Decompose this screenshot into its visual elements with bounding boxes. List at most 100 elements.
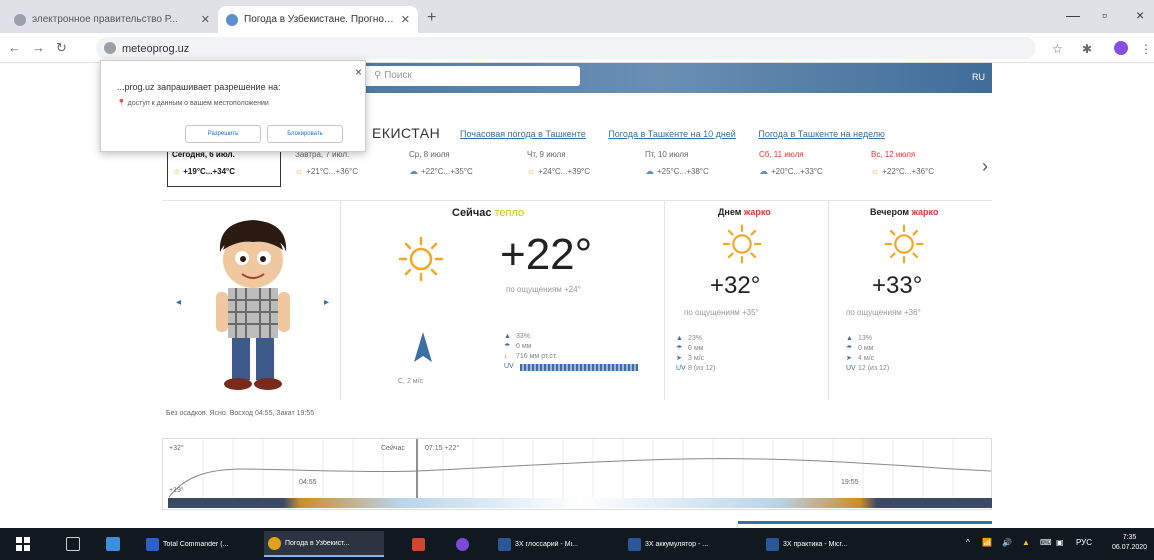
day-tab-tomorrow[interactable]: Завтра, 7 июл. ☼ +21°C...+36°C: [291, 147, 405, 187]
content-preview-bar: [738, 521, 992, 524]
day-tab-fri[interactable]: Пт, 10 июля ☁ +25°C...+38°C: [641, 147, 755, 187]
weather-summary: Без осадков. Ясно. Восход 04:55, Закат 1…: [166, 410, 315, 417]
day-temperature: +32°: [710, 272, 761, 299]
sun-icon: [884, 224, 924, 264]
tab-title: Погода в Узбекистане. Прогноз...: [244, 14, 395, 25]
wind-icon: ➤: [846, 355, 852, 362]
task-view-icon[interactable]: [66, 537, 80, 551]
windows-start-icon[interactable]: [16, 537, 30, 551]
reload-icon[interactable]: ↻: [56, 40, 67, 56]
avatar-prev-arrow-icon[interactable]: ◂: [176, 297, 181, 308]
site-search-input[interactable]: ⚲ Поиск: [362, 66, 580, 86]
taskbar-app-word-glossary[interactable]: 3Х глоссарий - Mi...: [494, 531, 614, 557]
wind-direction-arrow-icon: [414, 332, 432, 362]
weather-character-avatar: [216, 220, 290, 390]
close-window-button[interactable]: ×: [1136, 7, 1144, 23]
sun-icon: ☼: [871, 166, 880, 176]
omnibox[interactable]: [96, 37, 1036, 59]
allow-button[interactable]: Разрешить: [185, 125, 261, 143]
cloud-sun-icon: ☁: [759, 166, 768, 176]
divider: [340, 200, 341, 400]
current-temperature: +22°: [500, 230, 593, 279]
taskbar-app-word-practice[interactable]: 3Х практика - Micr...: [762, 531, 882, 557]
system-clock[interactable]: 7:35 06.07.2020: [1112, 533, 1147, 553]
evening-part-label: Вечером жарко: [870, 207, 939, 217]
maximize-button[interactable]: ▫: [1102, 7, 1107, 23]
humidity-icon: ▲: [846, 335, 853, 342]
uv-index-bar: [520, 363, 638, 371]
humidity-icon: ▲: [676, 335, 683, 342]
divider: [828, 200, 829, 400]
url-text[interactable]: meteoprog.uz: [122, 43, 189, 55]
day-tab-wed[interactable]: Ср, 8 июля ☁ +22°C...+35°C: [405, 147, 519, 187]
divider: [664, 200, 665, 400]
new-tab-button[interactable]: +: [427, 9, 436, 27]
taskbar-app-total-commander[interactable]: Total Commander (...: [142, 531, 262, 557]
day-tab-thu[interactable]: Чт, 9 июля ☼ +24°C...+39°C: [523, 147, 637, 187]
word-icon: [498, 537, 511, 551]
next-days-chevron-icon[interactable]: ›: [982, 156, 988, 177]
day-night-bar: [168, 498, 992, 508]
app-icon: [146, 537, 159, 551]
volume-icon[interactable]: 🔊: [1002, 538, 1012, 547]
avatar-next-arrow-icon[interactable]: ▸: [324, 297, 329, 308]
day-details: ▲ 23% ☂ 0 мм ➤ 3 м/с UV 8 (из 12): [676, 335, 716, 372]
taskbar-app-chrome-weather[interactable]: Погода в Узбекист...: [264, 531, 384, 557]
taskbar-app-browser[interactable]: [452, 531, 478, 557]
search-icon: ⚲: [374, 70, 385, 81]
now-details: ▲ 33% ☂ 0 мм ↓ 716 мм рт.ст. UV: [504, 332, 638, 372]
language-switch[interactable]: RU: [972, 72, 985, 82]
now-wind: С, 2 м/с: [398, 378, 424, 385]
browser-tab-egov[interactable]: электронное правительство Р... ✕: [6, 6, 218, 33]
pdf-icon: [412, 537, 425, 551]
day-tab-today[interactable]: Сегодня, 6 июл. ☼ +19°C...+34°C: [167, 147, 281, 187]
block-button[interactable]: Блокировать: [267, 125, 343, 143]
meteoprog-favicon-icon: [226, 13, 238, 26]
back-arrow-icon[interactable]: ←: [8, 40, 21, 55]
chart-max-label: +32°: [169, 445, 184, 452]
location-permission-popup: ...prog.uz запрашивает разрешение на: × …: [100, 60, 366, 152]
precipitation-icon: ☂: [676, 345, 683, 352]
address-bar: ← → ↻ meteoprog.uz ☆ ✱ ⋮: [0, 33, 1154, 63]
now-label: Сейчас тепло: [452, 207, 525, 219]
day-part-label: Днем жарко: [718, 207, 771, 217]
forward-arrow-icon[interactable]: →: [32, 40, 45, 55]
explorer-icon[interactable]: [106, 537, 120, 551]
network-icon[interactable]: 📶: [982, 538, 992, 547]
browser-icon: [456, 537, 469, 551]
taskbar-app-pdf[interactable]: [408, 531, 434, 557]
input-language[interactable]: РУС: [1076, 538, 1092, 547]
link-week[interactable]: Погода в Ташкенте на неделю: [758, 129, 884, 139]
word-icon: [628, 537, 641, 551]
sun-icon: ☼: [295, 166, 304, 176]
site-info-icon[interactable]: [104, 42, 116, 54]
globe-icon: [14, 13, 26, 26]
day-tab-sat[interactable]: Сб, 11 июля ☁ +20°C...+33°C: [755, 147, 869, 187]
sun-icon: [722, 224, 762, 264]
tab-close-icon[interactable]: ✕: [201, 13, 210, 26]
bookmark-star-icon[interactable]: ☆: [1052, 42, 1063, 56]
popup-close-button[interactable]: ×: [355, 65, 362, 79]
sun-icon: ☼: [527, 166, 536, 176]
windows-taskbar: Total Commander (... Погода в Узбекист..…: [0, 528, 1154, 560]
profile-avatar-icon[interactable]: [1114, 41, 1128, 55]
uv-icon: UV: [504, 363, 514, 370]
chart-now-time: 07:15 +22°: [425, 445, 460, 452]
taskbar-app-word-battery[interactable]: 3Х аккумулятор - ...: [624, 531, 744, 557]
sun-icon: [398, 236, 444, 282]
tray-chevron-icon[interactable]: ^: [966, 538, 970, 547]
popup-title: ...prog.uz запрашивает разрешение на:: [117, 82, 281, 92]
day-feels-like: по ощущениям +35°: [684, 308, 759, 317]
extensions-puzzle-icon[interactable]: ✱: [1082, 42, 1092, 56]
minimize-button[interactable]: —: [1066, 7, 1080, 23]
keyboard-icon[interactable]: ⌨: [1040, 538, 1052, 547]
link-hourly[interactable]: Почасовая погода в Ташкенте: [460, 129, 586, 139]
link-10-days[interactable]: Погода в Ташкенте на 10 дней: [608, 129, 736, 139]
menu-kebab-icon[interactable]: ⋮: [1140, 42, 1152, 56]
chrome-icon: [268, 536, 281, 550]
notification-app-icon[interactable]: ▣: [1056, 538, 1064, 547]
day-tab-sun[interactable]: Вс, 12 июля ☼ +22°C...+36°C: [867, 147, 981, 187]
warning-icon[interactable]: ▲: [1022, 538, 1030, 547]
tab-close-icon[interactable]: ✕: [401, 13, 410, 26]
browser-tab-weather[interactable]: Погода в Узбекистане. Прогноз... ✕: [218, 6, 418, 33]
